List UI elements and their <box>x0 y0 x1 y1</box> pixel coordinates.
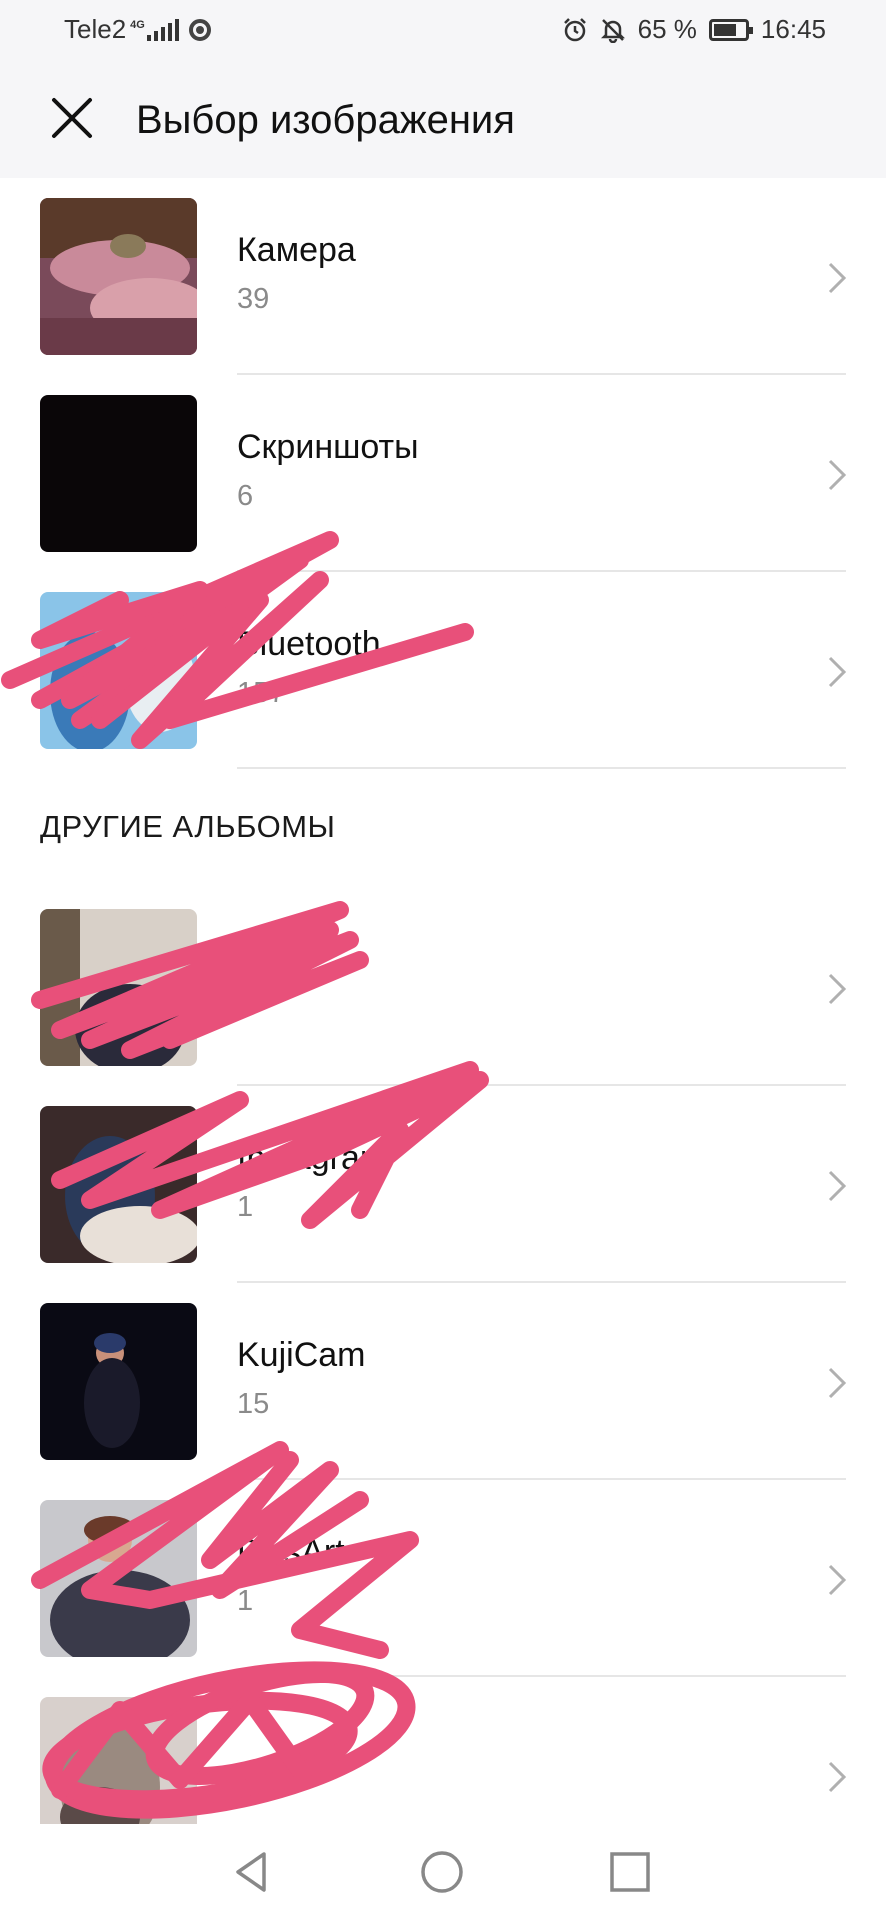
album-name: Bluetooth <box>237 625 381 663</box>
chevron-right-icon <box>828 1564 847 1596</box>
album-count: 15 <box>237 1388 270 1420</box>
section-title: ДРУГИЕ АЛЬБОМЫ <box>40 809 336 844</box>
bell-off-icon <box>600 18 625 43</box>
chrome-icon <box>188 18 211 41</box>
album-thumbnail <box>40 592 197 749</box>
album-count: 1 <box>237 1585 254 1617</box>
album-thumbnail <box>40 1303 197 1460</box>
album-count: 6 <box>237 480 254 512</box>
home-circle-icon[interactable] <box>416 1846 468 1898</box>
status-left: Tele2 4G <box>64 14 211 45</box>
status-bar: Tele2 4G 65 % 16:45 <box>0 0 886 62</box>
album-thumbnail <box>40 198 197 355</box>
album-count: 1 <box>237 1191 254 1223</box>
album-row-instagram[interactable]: Instagram 1 <box>0 1086 886 1283</box>
album-row-screenshots[interactable]: Скриншоты 6 <box>0 375 886 572</box>
chevron-right-icon <box>828 262 847 294</box>
close-icon[interactable] <box>44 90 100 146</box>
carrier-label: Tele2 <box>64 14 127 44</box>
chevron-right-icon <box>828 973 847 1005</box>
page-title: Выбор изображения <box>136 98 515 142</box>
alarm-icon <box>563 17 586 41</box>
chevron-right-icon <box>828 1761 847 1793</box>
album-name: Скриншоты <box>237 428 419 466</box>
back-triangle-icon[interactable] <box>226 1846 278 1898</box>
chevron-right-icon <box>828 1170 847 1202</box>
app-header: Выбор изображения <box>0 62 886 178</box>
battery-icon <box>708 18 753 41</box>
battery-percent: 65 % <box>637 14 697 44</box>
clock: 16:45 <box>760 14 826 44</box>
album-name: Instagram <box>237 1139 389 1177</box>
album-thumbnail <box>40 395 197 552</box>
album-thumbnail <box>40 1500 197 1657</box>
album-row-kujicam[interactable]: KujiCam 15 <box>0 1283 886 1480</box>
network-type: 4G <box>130 19 145 31</box>
album-row-bluetooth[interactable]: Bluetooth 157 <box>0 572 886 769</box>
album-row-picsart[interactable]: PicsArt 1 <box>0 1480 886 1677</box>
chevron-right-icon <box>828 459 847 491</box>
chevron-right-icon <box>828 656 847 688</box>
album-row-camera[interactable]: Камера 39 <box>0 178 886 375</box>
status-right: 65 % 16:45 <box>562 14 826 45</box>
album-name: Камера <box>237 231 356 269</box>
chevron-right-icon <box>828 1367 847 1399</box>
album-list: Камера 39 Скриншоты 6 Bluetooth 157 ДРУГ… <box>0 178 886 1874</box>
album-name: KujiCam <box>237 1336 366 1374</box>
section-header-other-albums: ДРУГИЕ АЛЬБОМЫ <box>0 769 886 889</box>
album-count: 39 <box>237 283 270 315</box>
album-thumbnail <box>40 1106 197 1263</box>
album-count: 157 <box>237 677 286 709</box>
recents-square-icon[interactable] <box>604 1846 656 1898</box>
album-name: PicsArt <box>237 1533 345 1571</box>
album-thumbnail <box>40 909 197 1066</box>
system-nav-bar <box>0 1824 886 1920</box>
signal-icon <box>146 18 179 41</box>
album-row-other-1[interactable] <box>0 889 886 1086</box>
